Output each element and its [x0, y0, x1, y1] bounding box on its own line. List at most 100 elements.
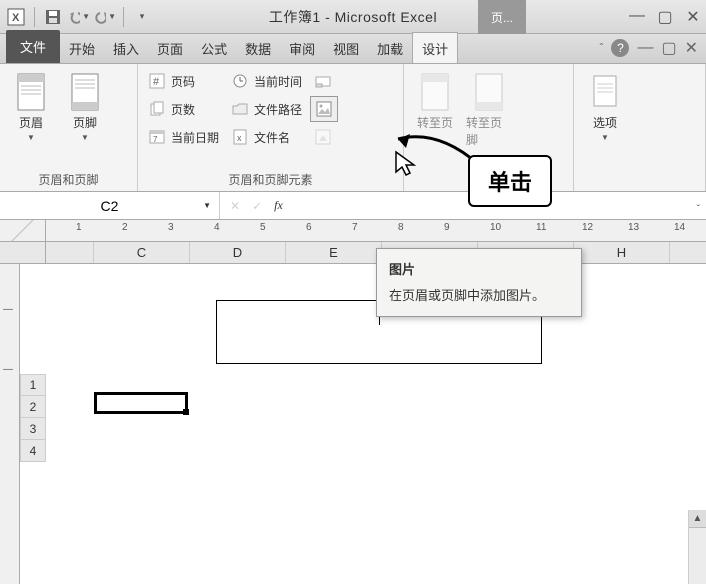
svg-text:#: # [153, 76, 160, 88]
undo-button[interactable]: ▼ [67, 5, 91, 29]
title-bar: X ▼ ▼ ▾ 工作簿1 - Microsoft Excel 页... — ▢ … [0, 0, 706, 34]
formula-bar: C2 ✕ ✓ fx ˇ [0, 192, 706, 220]
tab-review[interactable]: 审阅 [280, 33, 324, 63]
column-header[interactable]: C [94, 242, 190, 263]
calendar-icon: 7 [148, 128, 166, 146]
footer-button-label: 页脚 [73, 114, 97, 131]
row-header[interactable]: 3 [20, 418, 46, 440]
window-controls: — ▢ ✕ [628, 7, 702, 27]
row-header[interactable]: 2 [20, 396, 46, 418]
chevron-down-icon: ▼ [81, 133, 89, 142]
file-name-label: 文件名 [254, 129, 290, 146]
group-label: 页眉和页脚元素 [144, 167, 397, 191]
select-all-corner[interactable] [0, 220, 46, 241]
current-time-button[interactable]: 当前时间 [227, 68, 306, 94]
goto-header-button[interactable]: 转至页 [410, 68, 460, 135]
vertical-scrollbar[interactable]: ▲ [688, 510, 706, 584]
enter-icon[interactable]: ✓ [252, 199, 262, 213]
tab-file[interactable]: 文件 [6, 30, 60, 63]
ruler-tick: 14 [674, 222, 685, 233]
group-header-footer: 页眉 ▼ 页脚 ▼ 页眉和页脚 [0, 64, 138, 191]
ribbon-minimize[interactable]: ˆ [599, 41, 603, 55]
column-header-blank[interactable] [46, 242, 94, 263]
header-button-label: 页眉 [19, 114, 43, 131]
name-box[interactable]: C2 [0, 192, 220, 219]
row-header[interactable]: 1 [20, 374, 46, 396]
doc-close[interactable]: ✕ [685, 38, 698, 58]
tab-addin[interactable]: 加载 [368, 33, 412, 63]
column-header[interactable]: D [190, 242, 286, 263]
footer-page-icon [68, 72, 102, 112]
current-date-button[interactable]: 7 当前日期 [144, 124, 223, 150]
options-button[interactable]: 选项 ▼ [580, 68, 630, 146]
sheet-name-button[interactable] [310, 68, 338, 94]
ruler-tick: 10 [490, 222, 501, 233]
ruler-tick: 11 [536, 222, 546, 233]
row-headers: 1 2 3 4 [20, 374, 46, 462]
file-name-button[interactable]: x 文件名 [227, 124, 306, 150]
save-button[interactable] [41, 5, 65, 29]
close-button[interactable]: ✕ [684, 7, 702, 27]
goto-header-label: 转至页 [417, 114, 453, 131]
help-button[interactable]: ? [611, 39, 629, 57]
tab-home[interactable]: 开始 [60, 33, 104, 63]
annotation-callout: 单击 [468, 155, 552, 207]
tab-insert[interactable]: 插入 [104, 33, 148, 63]
svg-text:X: X [12, 12, 20, 24]
header-button[interactable]: 页眉 ▼ [6, 68, 56, 146]
page-count-button[interactable]: 页数 [144, 96, 223, 122]
format-picture-button[interactable] [310, 124, 338, 150]
goto-footer-icon [472, 72, 506, 112]
doc-maximize[interactable]: ▢ [661, 38, 676, 58]
ruler-tick: 12 [582, 222, 593, 233]
cancel-icon[interactable]: ✕ [230, 199, 240, 213]
maximize-button[interactable]: ▢ [656, 7, 674, 27]
minimize-button[interactable]: — [628, 7, 646, 27]
tab-view[interactable]: 视图 [324, 33, 368, 63]
tab-formula[interactable]: 公式 [192, 33, 236, 63]
excel-icon[interactable]: X [4, 5, 28, 29]
column-header[interactable]: E [286, 242, 382, 263]
ruler-tick: 1 [76, 222, 82, 233]
redo-button[interactable]: ▼ [93, 5, 117, 29]
column-header[interactable]: H [574, 242, 670, 263]
quick-access-toolbar: X ▼ ▼ ▾ [4, 5, 154, 29]
goto-header-icon [418, 72, 452, 112]
tab-data[interactable]: 数据 [236, 33, 280, 63]
tab-design[interactable]: 设计 [412, 32, 458, 63]
picture-icon [315, 100, 333, 118]
tooltip-body: 在页眉或页脚中添加图片。 [389, 286, 569, 306]
svg-text:x: x [237, 133, 242, 143]
ribbon-tab-bar: 文件 开始 插入 页面 公式 数据 审阅 视图 加载 设计 ˆ ? — ▢ ✕ [0, 34, 706, 64]
page-number-button[interactable]: # 页码 [144, 68, 223, 94]
ruler-track: 1234567891011121314 [46, 220, 706, 241]
chevron-down-icon: ▼ [27, 133, 35, 142]
ruler-tick: 4 [214, 222, 220, 233]
doc-minimize[interactable]: — [637, 39, 653, 57]
hash-icon: # [148, 72, 166, 90]
goto-footer-label: 转至页脚 [466, 114, 512, 148]
ruler-tick: 7 [352, 222, 358, 233]
scroll-up-button[interactable]: ▲ [689, 510, 706, 528]
row-header[interactable]: 4 [20, 440, 46, 462]
file-path-button[interactable]: 文件路径 [227, 96, 306, 122]
chevron-down-icon: ▼ [108, 12, 116, 21]
page-count-label: 页数 [171, 101, 195, 118]
goto-footer-button[interactable]: 转至页脚 [464, 68, 514, 152]
fx-button[interactable]: fx [274, 198, 283, 213]
formula-expand[interactable]: ˇ [697, 204, 700, 215]
folder-icon [231, 100, 249, 118]
chevron-down-icon: ▼ [601, 133, 609, 142]
footer-button[interactable]: 页脚 ▼ [60, 68, 110, 146]
tab-icon [314, 72, 332, 90]
tooltip-title: 图片 [389, 259, 569, 278]
options-label: 选项 [593, 114, 617, 131]
picture-button[interactable] [310, 96, 338, 122]
tab-page[interactable]: 页面 [148, 33, 192, 63]
worksheet-area[interactable]: — — 1 2 3 4 ▲ [0, 264, 706, 584]
current-time-label: 当前时间 [254, 73, 302, 90]
vertical-ruler: — — [0, 264, 20, 584]
qat-customize-button[interactable]: ▾ [130, 5, 154, 29]
group-label: 页眉和页脚 [6, 167, 131, 191]
clock-icon [231, 72, 249, 90]
